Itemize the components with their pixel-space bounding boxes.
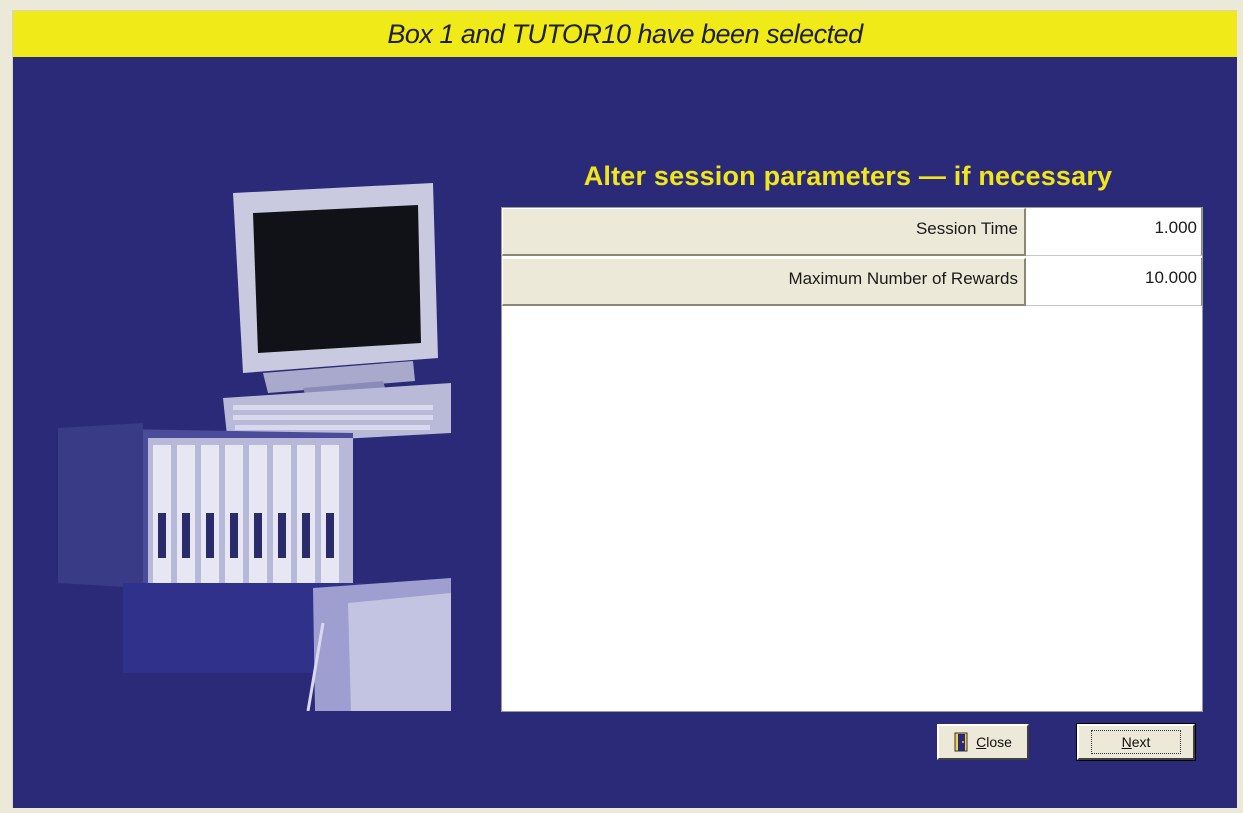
parameter-row-session-time: Session Time 1.000 — [502, 208, 1202, 258]
hardware-photo — [58, 183, 451, 711]
close-button-label: Close — [976, 734, 1012, 750]
parameter-grid[interactable]: Session Time 1.000 Maximum Number of Rew… — [501, 207, 1203, 712]
next-button[interactable]: Next — [1076, 723, 1196, 761]
parameter-label: Session Time — [502, 208, 1026, 256]
selection-banner: Box 1 and TUTOR10 have been selected — [13, 11, 1237, 57]
parameter-label: Maximum Number of Rewards — [502, 258, 1026, 306]
parameter-value-cell[interactable]: 10.000 — [1026, 258, 1202, 306]
wizard-panel: Box 1 and TUTOR10 have been selected Alt… — [12, 10, 1237, 808]
door-icon — [954, 732, 968, 752]
close-button[interactable]: Close — [937, 724, 1029, 760]
parameter-row-max-rewards: Maximum Number of Rewards 10.000 — [502, 258, 1202, 308]
banner-title: Box 1 and TUTOR10 have been selected — [387, 18, 863, 49]
page-heading: Alter session parameters — if necessary — [583, 161, 1113, 191]
monitor-image — [233, 183, 438, 403]
next-button-label: Next — [1090, 730, 1182, 754]
tower-image — [306, 578, 451, 711]
parameter-value-cell[interactable]: 1.000 — [1026, 208, 1202, 256]
